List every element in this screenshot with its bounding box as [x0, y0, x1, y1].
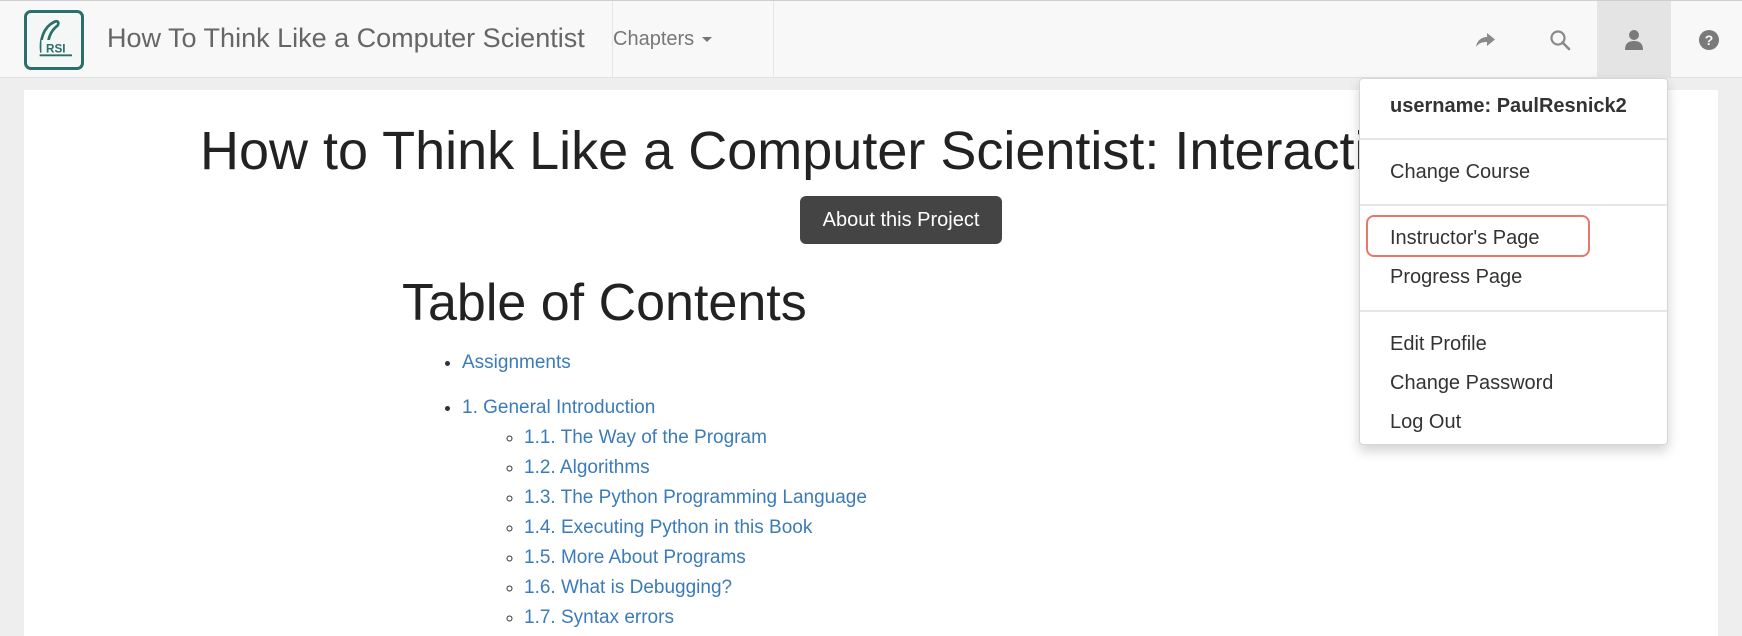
chapters-dropdown[interactable]: Chapters: [613, 28, 713, 51]
toc-subitem: 1.5. More About Programs: [524, 543, 867, 573]
top-navbar: RSI How To Think Like a Computer Scienti…: [0, 0, 1742, 78]
progress-page-item[interactable]: Progress Page: [1390, 266, 1522, 289]
username-label: username: PaulResnick2: [1390, 95, 1627, 117]
toc-subitem: 1.7. Syntax errors: [524, 603, 867, 633]
toc-link-1-3[interactable]: 1.3. The Python Programming Language: [524, 487, 867, 508]
edit-profile-item[interactable]: Edit Profile: [1390, 333, 1487, 356]
toc-item: Assignments: [462, 348, 867, 378]
toc-subitem: 1.1. The Way of the Program: [524, 423, 867, 453]
change-course-item[interactable]: Change Course: [1390, 161, 1530, 184]
help-button[interactable]: ?: [1672, 1, 1742, 78]
change-password-item[interactable]: Change Password: [1390, 372, 1553, 395]
share-arrow-icon: [1476, 32, 1495, 47]
brand-title[interactable]: How To Think Like a Computer Scientist: [107, 23, 585, 54]
toc-subitem: 1.4. Executing Python in this Book: [524, 513, 867, 543]
toc-subitem: 1.3. The Python Programming Language: [524, 483, 867, 513]
toc-link-general-introduction[interactable]: 1. General Introduction: [462, 397, 655, 418]
chevron-down-icon: [702, 37, 713, 43]
toc-link-1-1[interactable]: 1.1. The Way of the Program: [524, 427, 767, 448]
toc-title: Table of Contents: [402, 274, 807, 332]
toc-link-1-2[interactable]: 1.2. Algorithms: [524, 457, 650, 478]
toc-link-1-6[interactable]: 1.6. What is Debugging?: [524, 577, 732, 598]
toc-subitem: 1.6. What is Debugging?: [524, 573, 867, 603]
toc-link-assignments[interactable]: Assignments: [462, 352, 571, 373]
user-icon: [1625, 29, 1643, 50]
toc-subitem: 1.2. Algorithms: [524, 453, 867, 483]
toc-link-1-5[interactable]: 1.5. More About Programs: [524, 547, 746, 568]
search-icon: [1550, 29, 1571, 50]
menu-divider: [1360, 204, 1667, 206]
user-dropdown-menu: username: PaulResnick2 Change Course Ins…: [1359, 78, 1668, 445]
rsi-logo-icon: RSI: [39, 19, 72, 57]
menu-divider: [1360, 138, 1667, 140]
toc-link-1-7[interactable]: 1.7. Syntax errors: [524, 607, 674, 628]
instructors-page-item[interactable]: Instructor's Page: [1390, 227, 1539, 250]
table-of-contents: Assignments 1. General Introduction 1.1.…: [462, 348, 867, 636]
share-button[interactable]: [1448, 1, 1522, 78]
nav-divider: [773, 1, 774, 78]
rsi-logo[interactable]: RSI: [24, 10, 84, 70]
toc-sublist: 1.1. The Way of the Program 1.2. Algorit…: [524, 423, 867, 633]
user-menu-button[interactable]: [1597, 1, 1671, 78]
log-out-item[interactable]: Log Out: [1390, 411, 1461, 434]
page-title: How to Think Like a Computer Scientist: …: [200, 121, 1367, 181]
chapters-label: Chapters: [613, 28, 695, 50]
search-button[interactable]: [1523, 1, 1597, 78]
toc-link-1-4[interactable]: 1.4. Executing Python in this Book: [524, 517, 812, 538]
help-icon: ?: [1699, 29, 1719, 50]
logo-text: RSI: [46, 43, 65, 56]
menu-divider: [1360, 310, 1667, 312]
svg-text:?: ?: [1705, 32, 1714, 48]
about-project-button[interactable]: About this Project: [800, 196, 1002, 244]
toc-item: 1. General Introduction 1.1. The Way of …: [462, 393, 867, 633]
